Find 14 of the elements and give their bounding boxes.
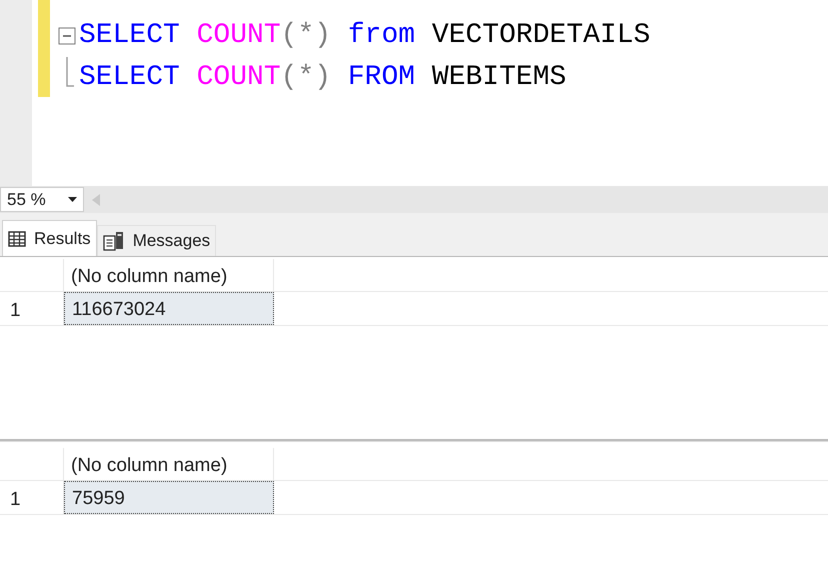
code-line: SELECT COUNT(*) from VECTORDETAILS — [79, 19, 650, 53]
grid-icon — [8, 230, 26, 246]
column-header: (No column name) — [64, 259, 274, 291]
code-line: SELECT COUNT(*) FROM WEBITEMS — [79, 61, 566, 95]
dropdown-caret-icon — [68, 197, 77, 202]
result-cell[interactable]: 116673024 — [64, 292, 274, 325]
tab[interactable]: Messages — [96, 225, 216, 256]
zoom-dropdown[interactable]: 55 % — [0, 187, 84, 212]
result-cell[interactable]: 75959 — [64, 481, 274, 514]
column-header: (No column name) — [64, 448, 274, 480]
fold-line-icon — [66, 57, 74, 87]
tab[interactable]: Results — [2, 220, 97, 256]
collapse-icon[interactable] — [58, 27, 76, 45]
document-server-icon — [102, 231, 125, 251]
